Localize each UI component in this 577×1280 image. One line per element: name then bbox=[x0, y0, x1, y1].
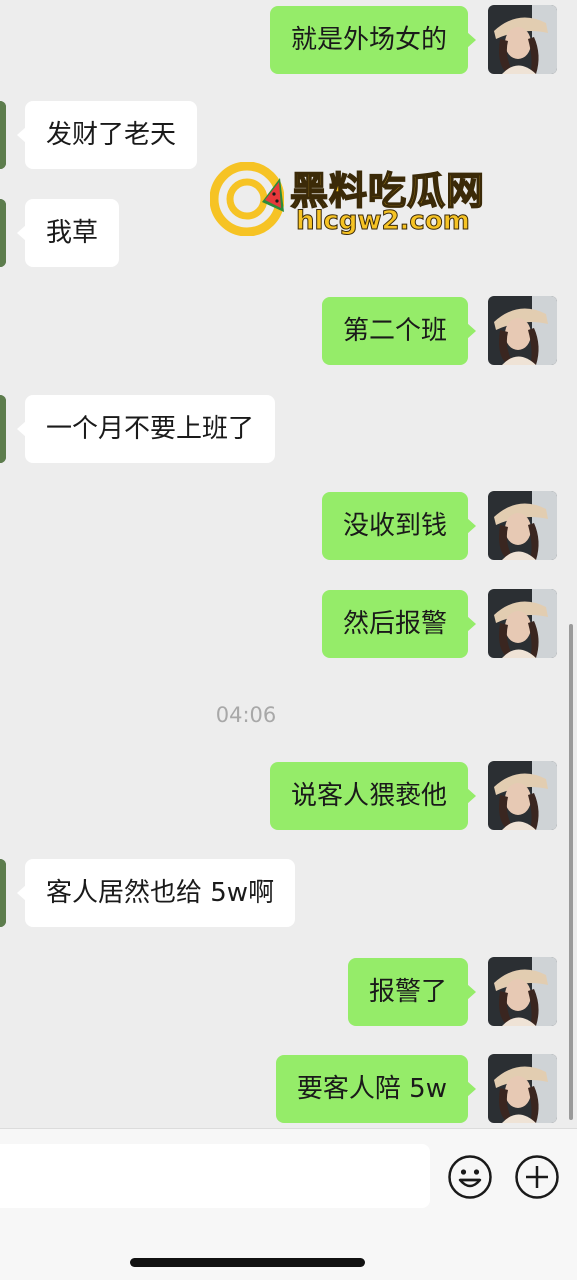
message-bubble-outgoing[interactable]: 就是外场女的 bbox=[269, 6, 477, 74]
contact-avatar[interactable] bbox=[0, 859, 6, 927]
message-row-incoming: 一个月不要上班了 bbox=[0, 395, 577, 465]
message-bubble-outgoing[interactable]: 说客人猥亵他 bbox=[269, 762, 477, 830]
avatar-photo-icon bbox=[488, 589, 557, 658]
avatar-photo-icon bbox=[488, 491, 557, 560]
user-avatar[interactable] bbox=[488, 589, 557, 658]
message-input[interactable] bbox=[0, 1144, 430, 1208]
user-avatar[interactable] bbox=[488, 957, 557, 1026]
site-watermark: 黑料吃瓜网 hlcgw2.com bbox=[210, 160, 500, 240]
message-bubble-outgoing[interactable]: 然后报警 bbox=[321, 590, 477, 658]
contact-avatar-icon bbox=[0, 199, 6, 267]
contact-avatar[interactable] bbox=[0, 101, 6, 169]
message-row-outgoing: 报警了 bbox=[0, 957, 577, 1027]
message-row-incoming: 客人居然也给 5w啊 bbox=[0, 859, 577, 929]
avatar-photo-icon bbox=[488, 1054, 557, 1123]
plus-icon[interactable] bbox=[514, 1154, 560, 1200]
chat-scrollbar[interactable] bbox=[569, 624, 573, 1120]
message-row-outgoing: 就是外场女的 bbox=[0, 5, 577, 75]
contact-avatar[interactable] bbox=[0, 199, 6, 267]
message-row-outgoing: 第二个班 bbox=[0, 296, 577, 366]
watermark-url: hlcgw2.com bbox=[296, 206, 471, 237]
avatar-photo-icon bbox=[488, 296, 557, 365]
message-timestamp: 04:06 bbox=[215, 703, 277, 727]
home-indicator[interactable] bbox=[130, 1258, 365, 1267]
message-bubble-outgoing[interactable]: 第二个班 bbox=[321, 297, 477, 365]
avatar-photo-icon bbox=[488, 957, 557, 1026]
contact-avatar-icon bbox=[0, 101, 6, 169]
avatar-photo-icon bbox=[488, 5, 557, 74]
user-avatar[interactable] bbox=[488, 761, 557, 830]
watermelon-logo-icon bbox=[210, 162, 284, 236]
message-row-outgoing: 要客人陪 5w bbox=[0, 1054, 577, 1124]
message-composer bbox=[0, 1128, 577, 1280]
message-bubble-outgoing[interactable]: 报警了 bbox=[347, 958, 477, 1026]
message-row-outgoing: 然后报警 bbox=[0, 589, 577, 659]
message-bubble-incoming[interactable]: 发财了老天 bbox=[16, 101, 198, 169]
message-bubble-incoming[interactable]: 一个月不要上班了 bbox=[16, 395, 276, 463]
chat-message-list[interactable]: 就是外场女的 发财了老天 我草 第二个班 一个月不要上班了 没收到钱 然后报警 … bbox=[0, 0, 577, 1128]
message-row-outgoing: 没收到钱 bbox=[0, 491, 577, 561]
message-bubble-incoming[interactable]: 客人居然也给 5w啊 bbox=[16, 859, 296, 927]
message-bubble-outgoing[interactable]: 没收到钱 bbox=[321, 492, 477, 560]
user-avatar[interactable] bbox=[488, 5, 557, 74]
avatar-photo-icon bbox=[488, 761, 557, 830]
message-bubble-outgoing[interactable]: 要客人陪 5w bbox=[275, 1055, 477, 1123]
user-avatar[interactable] bbox=[488, 491, 557, 560]
message-row-outgoing: 说客人猥亵他 bbox=[0, 761, 577, 831]
user-avatar[interactable] bbox=[488, 1054, 557, 1123]
contact-avatar-icon bbox=[0, 859, 6, 927]
contact-avatar-icon bbox=[0, 395, 6, 463]
contact-avatar[interactable] bbox=[0, 395, 6, 463]
message-bubble-incoming[interactable]: 我草 bbox=[16, 199, 120, 267]
user-avatar[interactable] bbox=[488, 296, 557, 365]
emoji-icon[interactable] bbox=[447, 1154, 493, 1200]
